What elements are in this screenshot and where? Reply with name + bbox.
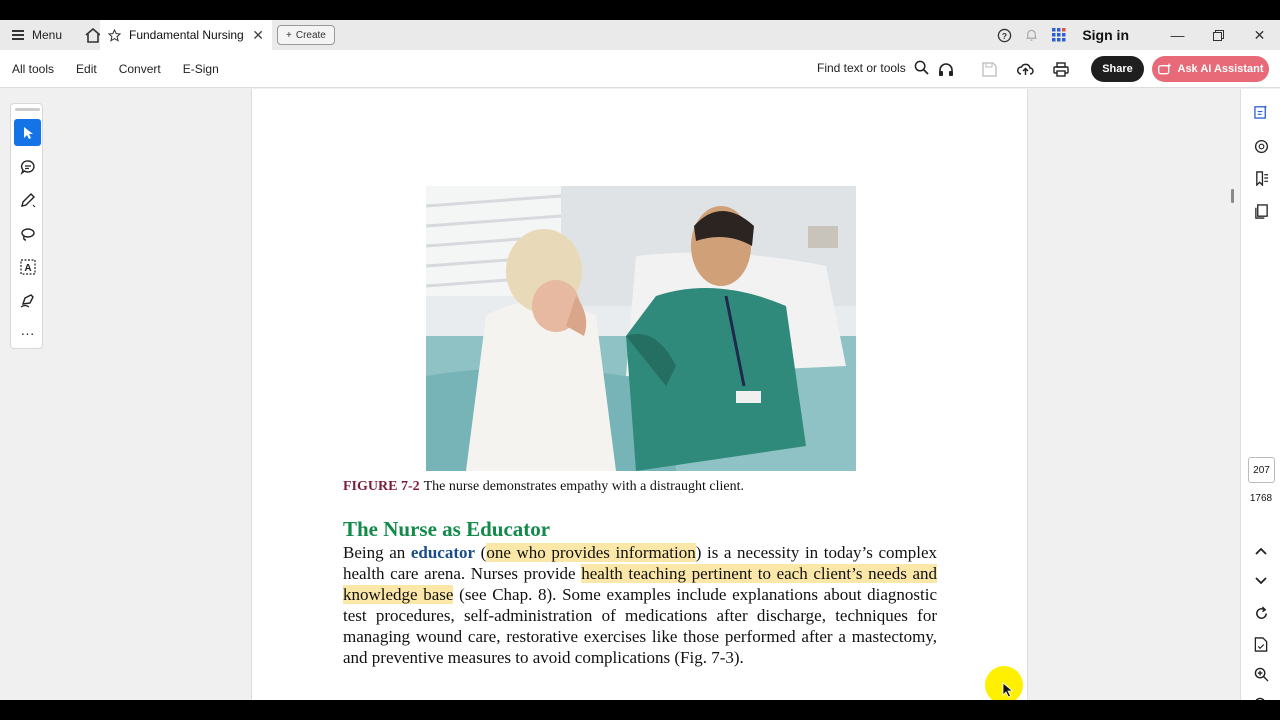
find-label: Find text or tools xyxy=(817,60,906,75)
figure-label: FIGURE 7-2 xyxy=(343,479,420,494)
sign-in-button[interactable]: Sign in xyxy=(1082,27,1129,43)
app-window: Menu Fundamental Nursing Sk... ✕ + Creat… xyxy=(0,20,1280,700)
right-side-panel: 207 1768 xyxy=(1240,89,1280,700)
total-pages: 1768 xyxy=(1249,493,1273,504)
figure-caption: FIGURE 7-2 The nurse demonstrates empathy… xyxy=(343,479,744,495)
apps-grid-icon[interactable] xyxy=(1045,20,1072,50)
title-bar-right: ? Sign in — ✕ xyxy=(991,20,1280,50)
select-tool[interactable] xyxy=(14,119,41,146)
rotate-icon[interactable] xyxy=(1251,603,1271,623)
more-tools-icon[interactable]: ··· xyxy=(14,319,41,346)
page-settings-icon[interactable] xyxy=(1251,634,1271,654)
highlight-annotation[interactable]: one who provides information xyxy=(486,543,696,562)
keyword-term: educator xyxy=(410,543,476,562)
pen-sign-icon xyxy=(20,293,34,307)
current-page-input[interactable]: 207 xyxy=(1248,457,1275,483)
save-icon[interactable] xyxy=(979,59,999,79)
create-label: Create xyxy=(295,29,326,41)
text-box-icon: A xyxy=(19,258,36,275)
zoom-in-icon[interactable] xyxy=(1251,664,1271,684)
convert-menu[interactable]: Convert xyxy=(119,62,161,76)
create-button[interactable]: + Create xyxy=(277,25,335,45)
ai-assistant-icon xyxy=(1157,62,1171,74)
draw-tool[interactable] xyxy=(14,186,41,213)
comment-icon xyxy=(20,159,35,175)
edit-pdf-icon[interactable] xyxy=(1251,101,1271,121)
restore-icon[interactable] xyxy=(1198,20,1239,50)
hamburger-icon xyxy=(12,30,24,40)
pages-thumbnails-icon[interactable] xyxy=(1251,201,1271,221)
pencil-icon xyxy=(20,192,35,207)
comment-tool[interactable] xyxy=(14,153,41,180)
bookmarks-icon[interactable] xyxy=(1251,168,1271,188)
bell-icon[interactable] xyxy=(1018,20,1045,50)
previous-page-icon[interactable] xyxy=(1251,541,1271,561)
document-tab[interactable]: Fundamental Nursing Sk... ✕ xyxy=(100,20,272,50)
search-icon xyxy=(914,60,929,75)
ask-ai-button[interactable]: Ask AI Assistant xyxy=(1152,56,1269,82)
all-tools-menu[interactable]: All tools xyxy=(12,62,54,76)
share-button[interactable]: Share xyxy=(1091,56,1144,82)
document-viewer: A ··· FIGURE 7-2 The nurse demonstrates … xyxy=(0,89,1240,700)
cursor-arrow-icon xyxy=(23,126,33,139)
svg-text:?: ? xyxy=(1002,30,1007,40)
tab-title: Fundamental Nursing Sk... xyxy=(129,28,244,42)
menu-button[interactable]: Menu xyxy=(0,20,74,50)
close-tab-icon[interactable]: ✕ xyxy=(252,27,264,44)
body-paragraph: Being an educator (one who provides info… xyxy=(343,542,937,668)
find-text-button[interactable]: Find text or tools xyxy=(817,60,929,75)
plus-icon: + xyxy=(286,29,292,41)
ask-ai-label: Ask AI Assistant xyxy=(1177,63,1264,75)
text-select-tool[interactable]: A xyxy=(14,253,41,280)
home-icon xyxy=(85,27,101,43)
help-icon[interactable]: ? xyxy=(991,20,1018,50)
text-run: Being an xyxy=(343,543,411,562)
star-icon xyxy=(108,28,121,42)
main-toolbar: All tools Edit Convert E-Sign Find text … xyxy=(0,50,1280,88)
pdf-page: FIGURE 7-2 The nurse demonstrates empathy… xyxy=(251,89,1028,700)
sign-tool[interactable] xyxy=(14,286,41,313)
lasso-tool[interactable] xyxy=(14,220,41,247)
e-sign-menu[interactable]: E-Sign xyxy=(183,62,219,76)
quick-tools-panel: A ··· xyxy=(10,103,43,349)
text-run: ( xyxy=(475,543,487,562)
comments-panel-icon[interactable] xyxy=(1251,136,1271,156)
figure-photo xyxy=(426,186,856,471)
minimize-icon[interactable]: — xyxy=(1157,20,1198,50)
panel-grip[interactable] xyxy=(15,108,40,111)
close-window-icon[interactable]: ✕ xyxy=(1239,20,1280,50)
next-page-icon[interactable] xyxy=(1251,571,1271,591)
lasso-icon xyxy=(20,227,35,241)
mouse-pointer-icon xyxy=(1002,682,1014,698)
menu-label: Menu xyxy=(32,28,63,42)
vertical-scrollbar[interactable] xyxy=(1231,189,1234,203)
zoom-out-icon[interactable] xyxy=(1251,694,1271,700)
headphones-icon[interactable] xyxy=(936,59,956,79)
svg-text:A: A xyxy=(24,263,31,274)
upload-cloud-icon[interactable] xyxy=(1015,59,1035,79)
section-heading: The Nurse as Educator xyxy=(343,517,551,541)
print-icon[interactable] xyxy=(1051,59,1071,79)
toolbar-menu: All tools Edit Convert E-Sign xyxy=(12,50,241,88)
edit-menu[interactable]: Edit xyxy=(76,62,97,76)
figure-caption-text: The nurse demonstrates empathy with a di… xyxy=(423,479,744,494)
